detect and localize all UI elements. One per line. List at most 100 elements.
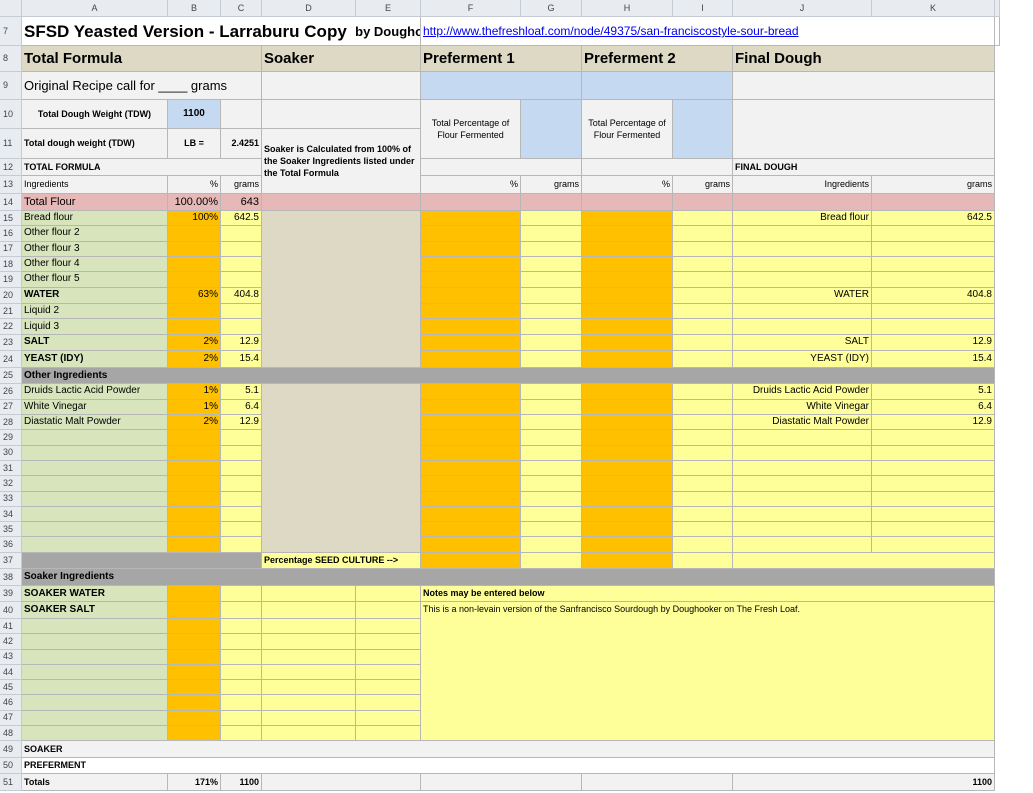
totals-pct[interactable]: 171% <box>168 774 221 791</box>
row-header-16[interactable]: 16 <box>0 226 22 242</box>
row-header-29[interactable]: 29 <box>0 430 22 446</box>
row-header-31[interactable]: 31 <box>0 460 22 477</box>
ingredient-grams[interactable]: 12.9 <box>221 414 262 431</box>
pf2-pct-input[interactable] <box>582 445 673 461</box>
pf1-grams[interactable] <box>521 256 582 273</box>
row-header-49[interactable]: 49 <box>0 741 22 758</box>
column-header-c[interactable]: C <box>221 0 262 17</box>
pf1-percentage-label[interactable]: Total Percentage of Flour Fermented <box>421 100 521 159</box>
row-header-40[interactable]: 40 <box>0 602 22 619</box>
row-header-51[interactable]: 51 <box>0 774 22 791</box>
row-header-33[interactable]: 33 <box>0 491 22 507</box>
soaker-ingredient-label[interactable] <box>22 634 168 650</box>
soaker-pct-input[interactable] <box>168 695 221 711</box>
final-ingredient-grams[interactable] <box>872 445 995 461</box>
tdw-label[interactable]: Total Dough Weight (TDW) <box>22 100 168 129</box>
row-header-48[interactable]: 48 <box>0 726 22 742</box>
final-ingredient-grams[interactable] <box>872 272 995 288</box>
ingredient-grams[interactable]: 12.9 <box>221 334 262 352</box>
soaker-d[interactable] <box>262 664 356 681</box>
section-final-dough[interactable]: Final Dough <box>733 46 995 72</box>
row-header-41[interactable]: 41 <box>0 618 22 635</box>
pf2-grams[interactable] <box>673 476 733 492</box>
final-ingredient-grams[interactable] <box>872 460 995 477</box>
pf1-pct-input[interactable] <box>421 287 521 305</box>
ingredient-label[interactable]: Other flour 3 <box>22 241 168 257</box>
final-ingredient-label[interactable]: YEAST (IDY) <box>733 351 872 368</box>
pf2-pct-input[interactable] <box>582 256 673 273</box>
soaker-e[interactable] <box>356 618 421 635</box>
soaker-d[interactable] <box>262 585 356 603</box>
soaker-ingredient-label[interactable] <box>22 680 168 696</box>
pf2-grams[interactable] <box>673 414 733 431</box>
ingredient-pct-input[interactable] <box>168 430 221 446</box>
soaker-grams[interactable] <box>221 664 262 681</box>
pf2-grams[interactable] <box>673 430 733 446</box>
soaker-pct-input[interactable] <box>168 649 221 665</box>
column-header-h[interactable]: H <box>582 0 673 17</box>
pf1-seed-grams[interactable] <box>521 552 582 570</box>
pf1-grams[interactable] <box>521 287 582 305</box>
pf1-pct-input[interactable] <box>421 476 521 492</box>
row-header-25[interactable]: 25 <box>0 367 22 385</box>
ingredient-pct-input[interactable] <box>168 460 221 477</box>
row-header-32[interactable]: 32 <box>0 476 22 492</box>
pf1-pct-input[interactable] <box>421 272 521 288</box>
ingredient-label[interactable]: Other flour 5 <box>22 272 168 288</box>
cell[interactable] <box>673 194 733 211</box>
soaker-e[interactable] <box>356 585 421 603</box>
soaker-grams[interactable] <box>221 618 262 635</box>
soaker-d[interactable] <box>262 649 356 665</box>
final-ingredient-label[interactable] <box>733 272 872 288</box>
cell[interactable] <box>872 194 995 211</box>
soaker-total-row[interactable]: SOAKER <box>22 741 995 758</box>
ingredient-label[interactable] <box>22 506 168 523</box>
pf1-grams[interactable] <box>521 537 582 553</box>
soaker-e[interactable] <box>356 602 421 619</box>
soaker-e[interactable] <box>356 680 421 696</box>
soaker-grams[interactable] <box>221 680 262 696</box>
soaker-e[interactable] <box>356 649 421 665</box>
pf1-grams[interactable] <box>521 351 582 368</box>
ingredient-label[interactable]: Liquid 2 <box>22 304 168 320</box>
cell[interactable] <box>733 194 872 211</box>
notes-header[interactable]: Notes may be entered below <box>421 585 995 603</box>
pf1-percentage-input[interactable] <box>521 100 582 159</box>
column-header-e[interactable]: E <box>356 0 421 17</box>
ingredient-label[interactable]: SALT <box>22 334 168 352</box>
final-ingredient-label[interactable]: Druids Lactic Acid Powder <box>733 384 872 400</box>
cell[interactable] <box>582 194 673 211</box>
pf2-grams[interactable] <box>673 272 733 288</box>
tdw-label-2[interactable]: Total dough weight (TDW) <box>22 129 168 159</box>
section-preferment-2[interactable]: Preferment 2 <box>582 46 733 72</box>
final-ingredient-grams[interactable] <box>872 476 995 492</box>
row-header-35[interactable]: 35 <box>0 522 22 538</box>
cell[interactable] <box>582 159 733 176</box>
pf2-pct-input[interactable] <box>582 491 673 507</box>
soaker-ingredient-label[interactable] <box>22 664 168 681</box>
row-header-43[interactable]: 43 <box>0 649 22 665</box>
soaker-pct-input[interactable] <box>168 618 221 635</box>
row-header-18[interactable]: 18 <box>0 256 22 273</box>
pf2-seed-input[interactable] <box>582 552 673 570</box>
ingredient-pct-input[interactable] <box>168 226 221 242</box>
pf2-grams[interactable] <box>673 537 733 553</box>
final-ingredient-label[interactable] <box>733 460 872 477</box>
final-ingredient-label[interactable] <box>733 241 872 257</box>
row-header-46[interactable]: 46 <box>0 695 22 711</box>
soaker-ingredient-label[interactable] <box>22 649 168 665</box>
select-all-corner[interactable] <box>0 0 22 17</box>
pf2-pct-input[interactable] <box>582 537 673 553</box>
row-header-30[interactable]: 30 <box>0 445 22 461</box>
soaker-ingredient-label[interactable] <box>22 726 168 742</box>
row-header-38[interactable]: 38 <box>0 569 22 586</box>
ingredient-grams[interactable]: 642.5 <box>221 211 262 227</box>
soaker-e[interactable] <box>356 634 421 650</box>
cell[interactable] <box>733 100 995 159</box>
ingredient-label[interactable]: YEAST (IDY) <box>22 351 168 368</box>
ingredient-pct-input[interactable] <box>168 522 221 538</box>
cell[interactable] <box>421 774 582 791</box>
pf2-pct-input[interactable] <box>582 399 673 415</box>
soaker-pct-input[interactable] <box>168 602 221 619</box>
ingredient-grams[interactable] <box>221 476 262 492</box>
